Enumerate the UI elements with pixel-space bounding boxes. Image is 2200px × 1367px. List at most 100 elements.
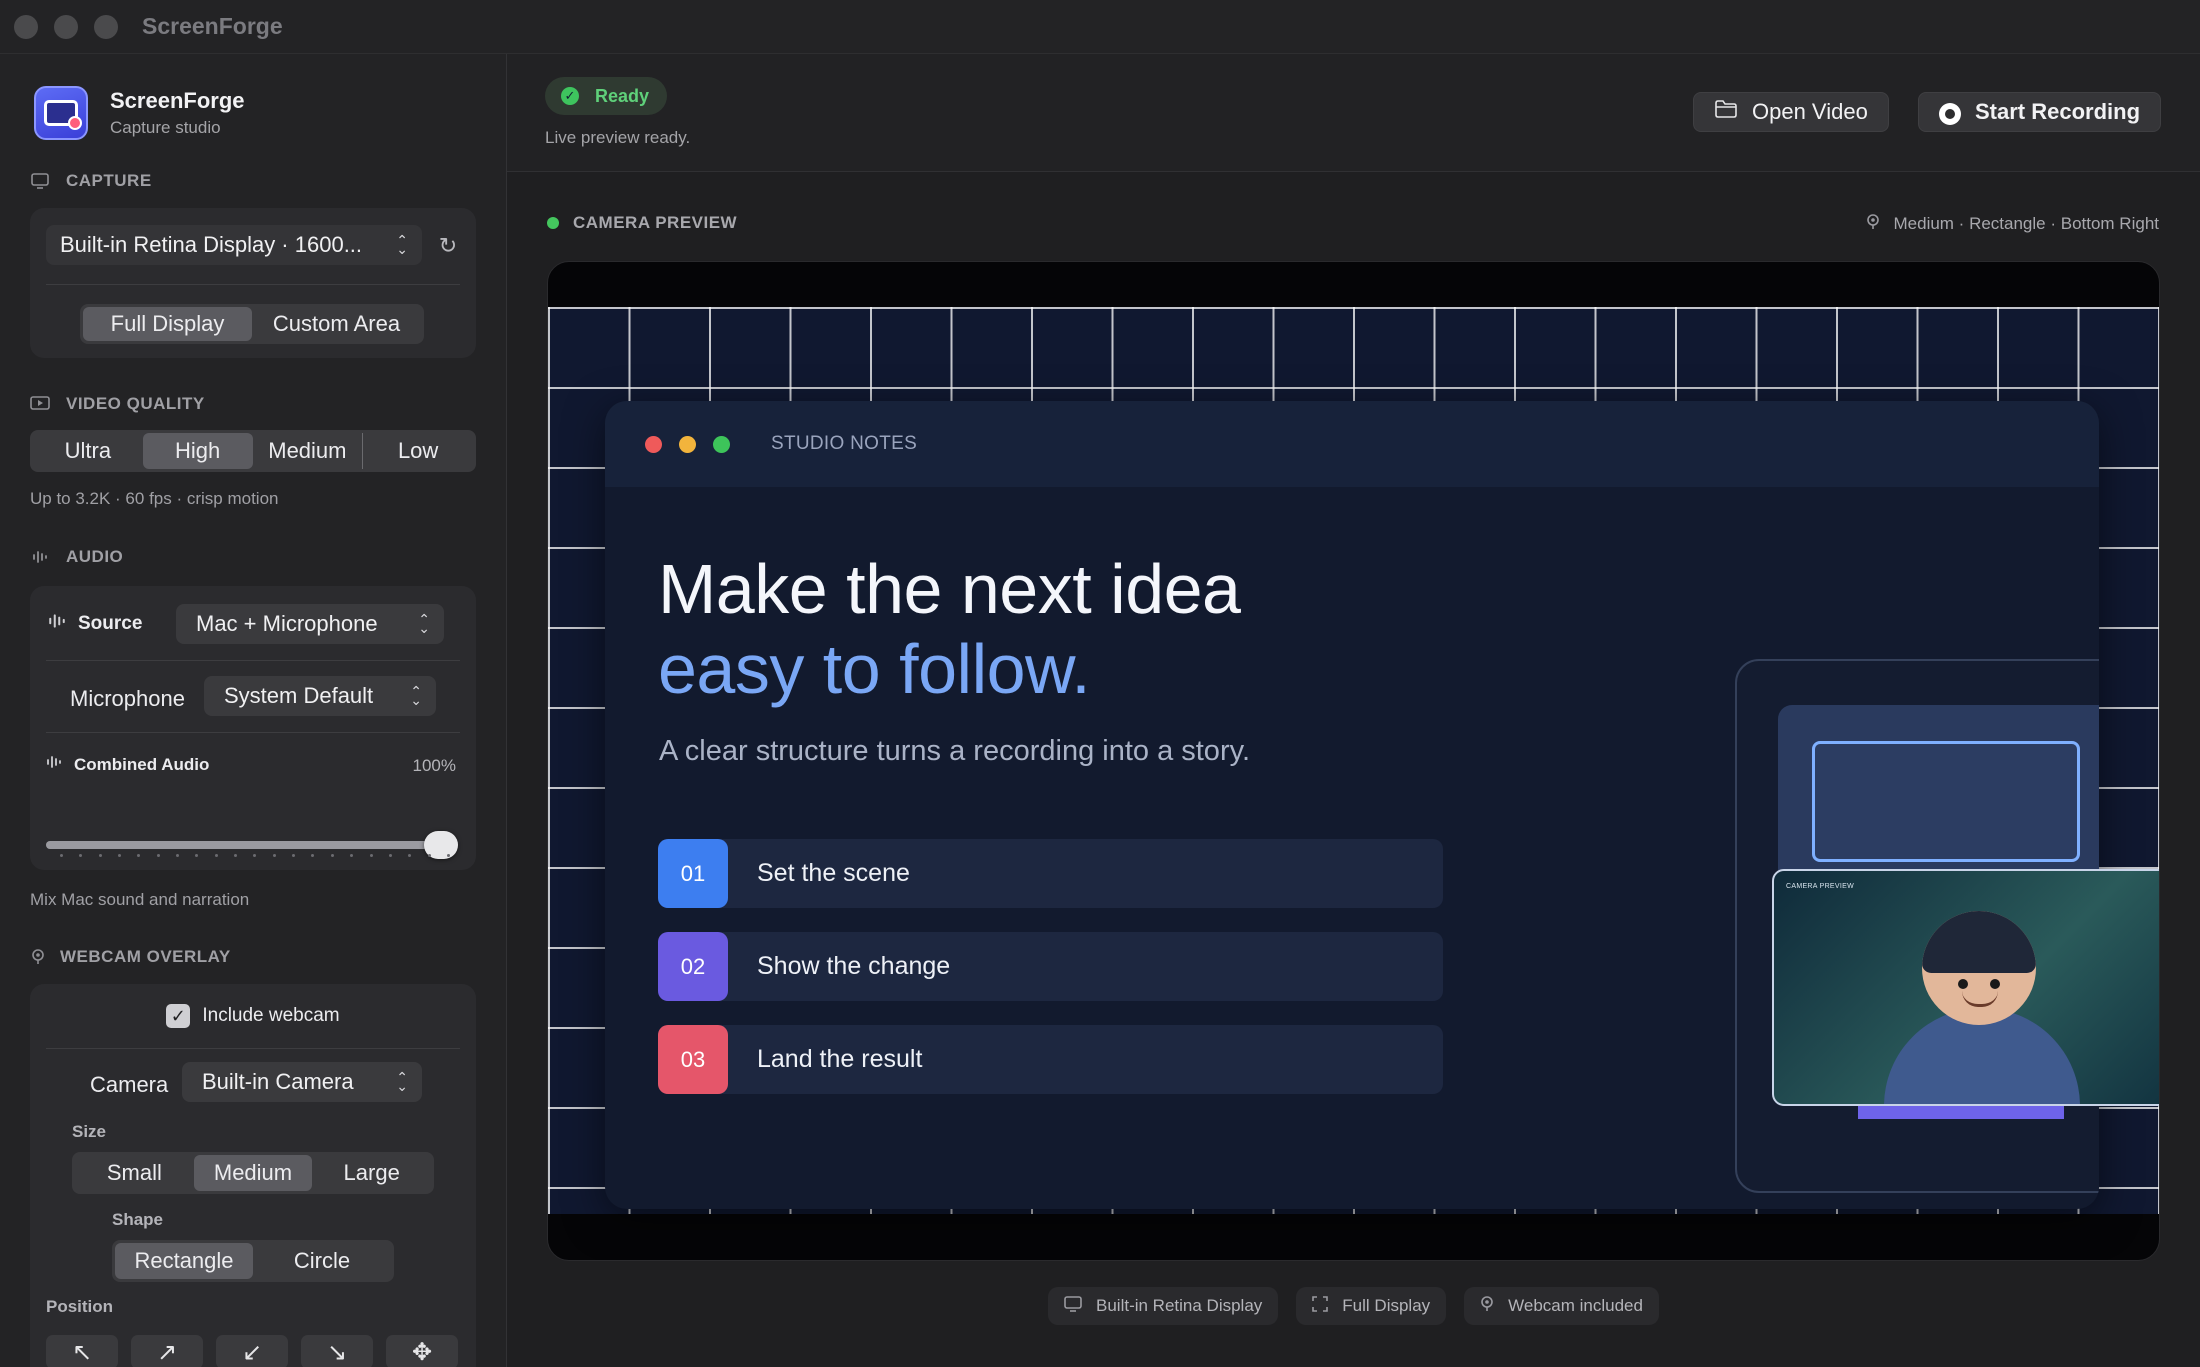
slider-fill (46, 841, 441, 849)
arrow-up-right-icon[interactable]: ↗ (131, 1335, 203, 1367)
close-window-button[interactable] (14, 14, 38, 39)
capture-mode-segmented: Full Display Custom Area (80, 304, 424, 344)
status-text: Live preview ready. (545, 128, 691, 147)
capture-mode-custom-area[interactable]: Custom Area (252, 307, 421, 341)
combined-audio-slider[interactable] (46, 831, 458, 859)
include-webcam-checkbox[interactable]: ✓ Include webcam (30, 1004, 476, 1028)
live-indicator-icon (547, 217, 559, 229)
webcam-card: ✓ Include webcam Camera Built-in Camera … (30, 984, 476, 1367)
checkmark-icon: ✓ (166, 1004, 191, 1028)
waveform-icon (46, 754, 62, 775)
size-large[interactable]: Large (312, 1155, 431, 1191)
list-item: 01 Set the scene (658, 839, 1443, 908)
webcam-icon (1480, 1295, 1494, 1318)
chip-webcam: Webcam included (1464, 1287, 1659, 1325)
display-icon (1064, 1295, 1082, 1317)
capture-card: Built-in Retina Display · 1600... ⌃ ⌄ ↻ F… (30, 208, 476, 358)
footer-chips: Built-in Retina Display Full Display Web… (507, 1287, 2200, 1325)
webcam-section-label: WEBCAM OVERLAY (30, 947, 231, 967)
chip-capture-mode: Full Display (1296, 1287, 1447, 1325)
audio-hint: Mix Mac sound and narration (30, 890, 250, 909)
app-subtitle: Capture studio (110, 118, 221, 137)
chevron-updown-icon: ⌃ ⌄ (396, 232, 408, 257)
divider (46, 284, 460, 285)
notes-title: STUDIO NOTES (771, 433, 918, 454)
display-select[interactable]: Built-in Retina Display · 1600... ⌃ ⌄ (46, 225, 422, 265)
position-label: Position (46, 1297, 114, 1316)
step-number: 02 (658, 932, 728, 1001)
camera-select[interactable]: Built-in Camera ⌃ ⌄ (182, 1062, 422, 1102)
open-video-button[interactable]: Open Video (1693, 92, 1889, 132)
refresh-icon[interactable]: ↻ (436, 234, 460, 258)
source-label-row: Source (48, 612, 142, 636)
audio-section-label: AUDIO (30, 547, 123, 567)
checkmark-circle-icon: ✓ (561, 87, 579, 105)
step-label: Land the result (757, 1045, 923, 1073)
list-item: 02 Show the change (658, 932, 1443, 1001)
chevron-updown-icon: ⌃ ⌄ (418, 611, 430, 636)
camera-label: Camera (90, 1072, 169, 1097)
webcam-size-segmented: Small Medium Large (72, 1152, 434, 1194)
zoom-dot-icon (713, 435, 730, 453)
quality-medium[interactable]: Medium (253, 433, 363, 469)
title-bar: ScreenForge (0, 0, 2200, 54)
display-icon (30, 172, 50, 190)
size-small[interactable]: Small (75, 1155, 194, 1191)
status-badge: ✓ Ready (545, 77, 668, 115)
move-icon[interactable]: ✥ (386, 1335, 458, 1367)
quality-low[interactable]: Low (362, 433, 473, 469)
arrow-down-right-icon[interactable]: ↘ (301, 1335, 373, 1367)
capture-section-label: CAPTURE (30, 171, 152, 191)
shape-circle[interactable]: Circle (253, 1243, 391, 1279)
video-quality-hint: Up to 3.2K · 60 fps · crisp motion (30, 489, 279, 508)
window-controls (14, 14, 118, 39)
audio-card: Source Mac + Microphone ⌃ ⌄ Microphone Sy… (30, 586, 476, 870)
size-medium[interactable]: Medium (193, 1155, 313, 1191)
quality-high[interactable]: High (142, 433, 253, 469)
minimize-window-button[interactable] (54, 14, 78, 39)
window-title: ScreenForge (142, 13, 283, 39)
divider (46, 1048, 460, 1049)
zoom-window-button[interactable] (94, 14, 118, 39)
quality-ultra[interactable]: Ultra (33, 433, 143, 469)
folder-icon (1714, 99, 1738, 125)
step-label: Set the scene (757, 859, 910, 887)
chevron-updown-icon: ⌃ ⌄ (396, 1069, 408, 1094)
audio-source-select[interactable]: Mac + Microphone ⌃ ⌄ (176, 604, 444, 644)
camera-preview-label: CAMERA PREVIEW (547, 213, 737, 233)
record-icon (1939, 99, 1961, 125)
main-area: ✓ Ready Live preview ready. Open Video S… (507, 54, 2200, 1367)
shape-label: Shape (112, 1210, 164, 1229)
app-logo-icon (34, 86, 88, 140)
divider (46, 660, 460, 661)
capture-mode-full-display[interactable]: Full Display (83, 307, 252, 341)
arrow-up-left-icon[interactable]: ↖ (46, 1335, 118, 1367)
chevron-updown-icon: ⌃ ⌄ (410, 683, 422, 708)
video-quality-section-label: VIDEO QUALITY (30, 394, 205, 414)
webcam-overlay[interactable]: CAMERA PREVIEW (1772, 869, 2159, 1106)
step-number: 01 (658, 839, 728, 908)
start-recording-button[interactable]: Start Recording (1918, 92, 2162, 132)
slider-ticks (60, 854, 450, 857)
webcam-shape-segmented: Rectangle Circle (112, 1240, 394, 1282)
slide-lead: A clear structure turns a recording into… (659, 735, 1251, 767)
preview-stage: STUDIO NOTES Make the next idea easy to … (547, 261, 2160, 1261)
preview-meta: Medium · Rectangle · Bottom Right (1866, 213, 2159, 235)
size-label: Size (72, 1122, 107, 1141)
app-header: ScreenForge Capture studio (34, 86, 245, 140)
slide-headline-1: Make the next idea (658, 550, 1241, 628)
slide-headline-2: easy to follow. (658, 630, 1091, 708)
webcam-icon (30, 948, 46, 966)
shape-rectangle[interactable]: Rectangle (115, 1243, 253, 1279)
sidebar: ScreenForge Capture studio CAPTURE Built… (0, 54, 507, 1367)
arrow-down-left-icon[interactable]: ↙ (216, 1335, 288, 1367)
avatar (1922, 911, 2036, 1025)
top-toolbar: ✓ Ready Live preview ready. Open Video S… (507, 54, 2200, 172)
video-quality-icon (30, 395, 50, 413)
close-dot-icon (645, 435, 662, 453)
microphone-select[interactable]: System Default ⌃ ⌄ (204, 676, 436, 716)
list-item: 03 Land the result (658, 1025, 1443, 1094)
webcam-icon (1866, 213, 1880, 235)
combined-audio-row: Combined Audio (46, 754, 209, 775)
step-label: Show the change (757, 952, 951, 980)
